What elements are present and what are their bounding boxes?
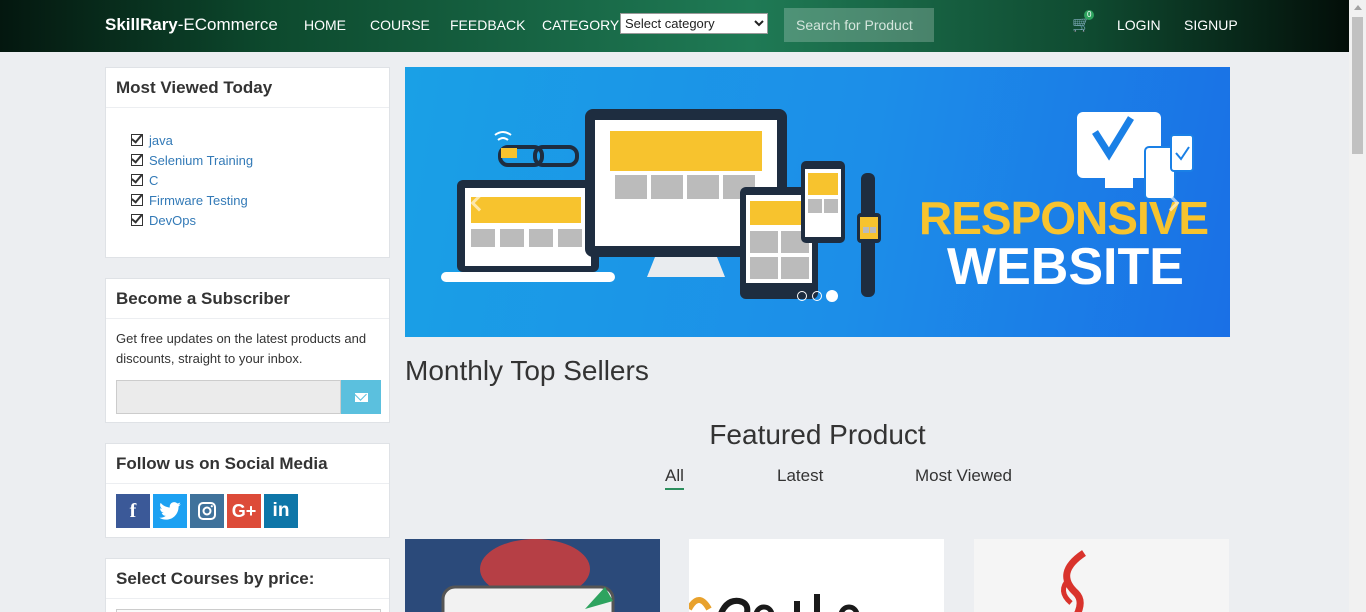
most-viewed-title: Most Viewed Today [106,68,389,108]
envelope-icon [354,392,368,402]
list-item[interactable]: Firmware Testing [131,190,389,210]
featured-product-heading: Featured Product [709,419,926,450]
hero-carousel[interactable]: RESPONSIVE WEBSITE [405,67,1230,337]
google-plus-icon[interactable]: G+ [227,494,261,528]
subscriber-panel: Become a Subscriber Get free updates on … [105,278,390,423]
brand-logo[interactable]: SkillRary-ECommerce [105,15,278,35]
product-thumbnail [689,594,860,612]
nav-course-link[interactable]: COURSE [370,17,430,33]
list-item[interactable]: Selenium Training [131,150,389,170]
social-title: Follow us on Social Media [106,444,389,484]
nav-home-link[interactable]: HOME [304,17,346,33]
social-icons: f G+ in [106,484,389,538]
facebook-icon[interactable]: f [116,494,150,528]
checkbox-icon [131,214,143,226]
subscribe-button[interactable] [341,380,381,414]
responsive-device-icon [1077,112,1194,200]
product-card[interactable] [405,539,660,612]
smartwatch-icon [857,173,881,297]
subscribe-email-input[interactable] [116,380,341,414]
checkbox-icon [131,194,143,206]
checkbox-icon [131,174,143,186]
subscribe-form [116,380,381,414]
most-viewed-list: java Selenium Training C Firmware Testin… [106,108,389,230]
monthly-top-sellers-heading: Monthly Top Sellers [405,355,649,386]
price-filter-panel: Select Courses by price: [105,558,390,612]
scroll-up-arrow-icon[interactable] [1354,5,1362,10]
category-select[interactable]: Select category [620,13,768,34]
checkbox-icon [131,154,143,166]
tab-most-viewed[interactable]: Most Viewed [915,466,1012,486]
linkedin-icon[interactable]: in [264,494,298,528]
signup-link[interactable]: SIGNUP [1184,17,1238,33]
carousel-dot-1[interactable] [797,291,807,301]
product-card[interactable] [974,539,1229,612]
list-item[interactable]: C [131,170,389,190]
tab-latest[interactable]: Latest [777,466,823,486]
subscriber-title: Become a Subscriber [106,279,389,319]
social-panel: Follow us on Social Media f G+ in [105,443,390,538]
scrollbar-thumb[interactable] [1352,17,1363,154]
subscriber-description: Get free updates on the latest products … [116,331,367,366]
twitter-icon[interactable] [153,494,187,528]
smartphone-icon [801,161,845,243]
login-link[interactable]: LOGIN [1117,17,1161,33]
instagram-icon[interactable] [190,494,224,528]
carousel-dot-3[interactable] [826,290,838,302]
nav-category-link[interactable]: CATEGORY [542,17,619,33]
tab-all[interactable]: All [665,466,684,490]
most-viewed-panel: Most Viewed Today java Selenium Training… [105,67,390,258]
price-filter-title: Select Courses by price: [106,559,389,599]
cart-count-badge: 0 [1084,10,1095,20]
carousel-dot-2[interactable] [812,291,822,301]
product-thumbnail [441,539,615,612]
product-card[interactable] [689,539,944,612]
smart-glasses-icon [494,131,579,167]
page-scrollbar[interactable] [1349,0,1366,612]
top-navbar: SkillRary-ECommerce HOME COURSE FEEDBACK… [0,0,1366,52]
list-item[interactable]: java [131,130,389,150]
nav-feedback-link[interactable]: FEEDBACK [450,17,525,33]
product-search-input[interactable] [784,8,934,42]
checkbox-icon [131,134,143,146]
banner-headline-2: WEBSITE [947,238,1184,296]
product-thumbnail [1061,550,1087,612]
list-item[interactable]: DevOps [131,210,389,230]
